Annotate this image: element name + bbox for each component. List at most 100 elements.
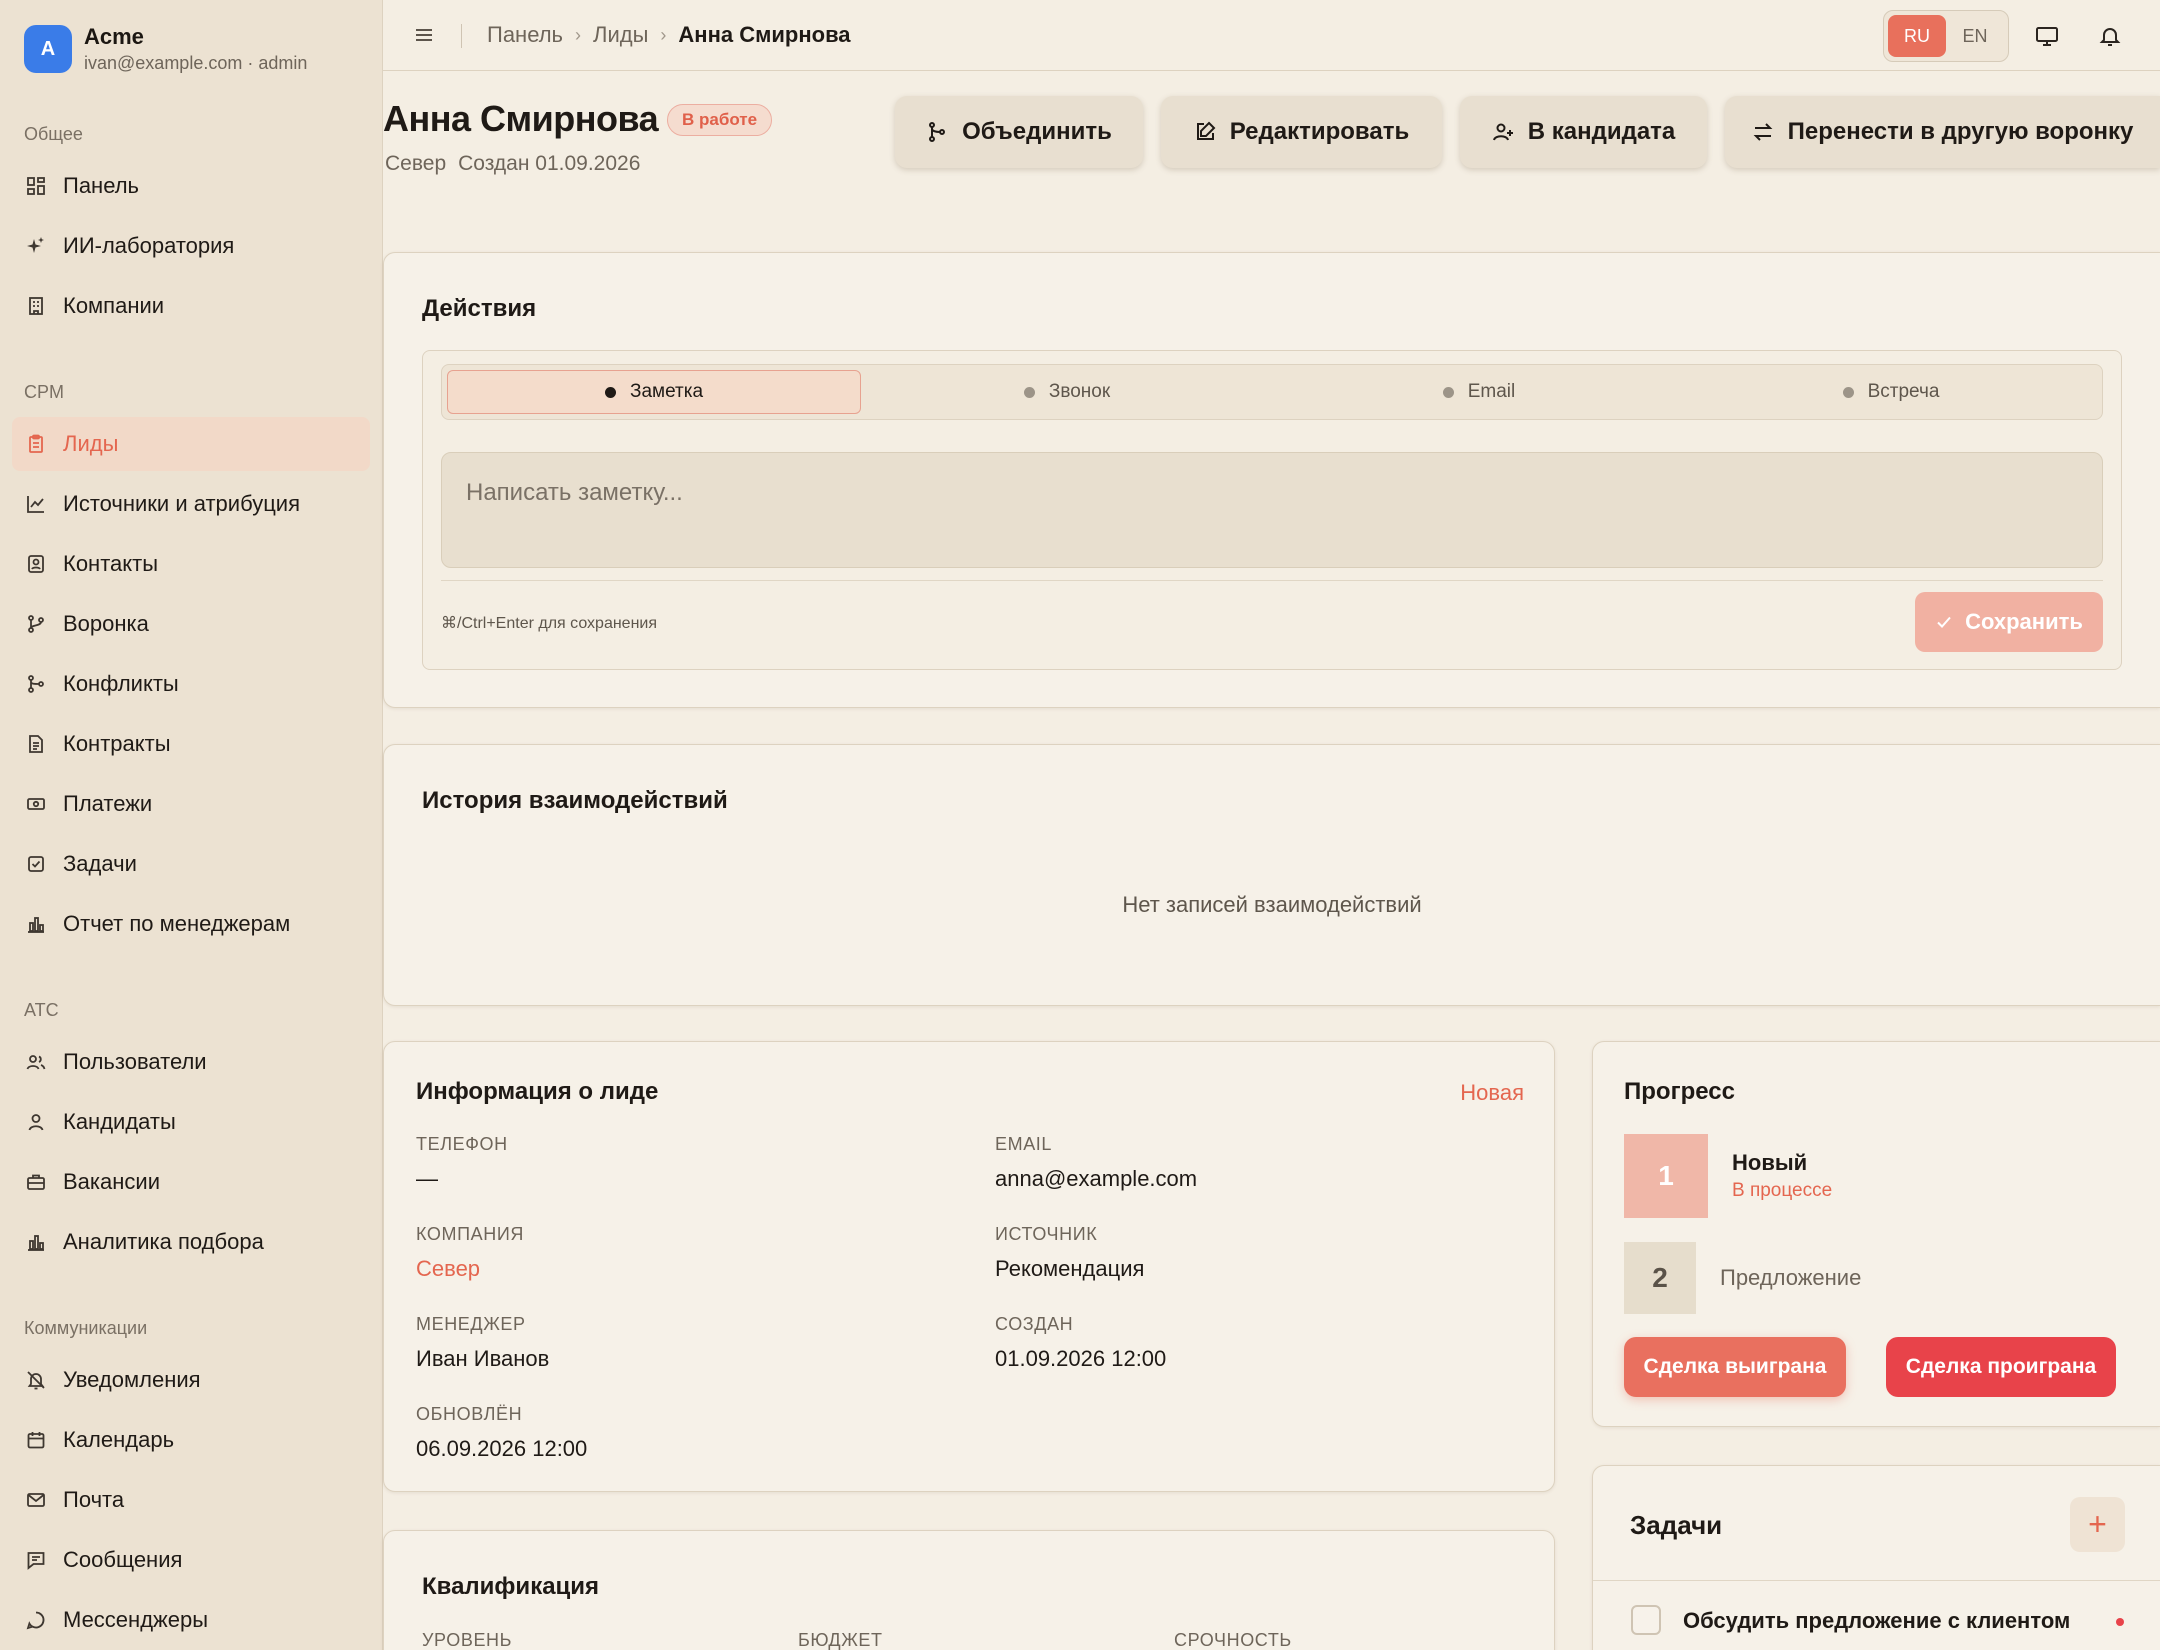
brand-name: Acme (84, 24, 144, 49)
sidebar-item-manager-report[interactable]: Отчет по менеджерам (12, 897, 370, 951)
sidebar-item-companies[interactable]: Компании (12, 279, 370, 333)
message-circle-icon (26, 1611, 45, 1630)
sidebar-item-ai-lab[interactable]: ИИ-лаборатория (12, 219, 370, 273)
briefcase-icon (27, 1174, 45, 1190)
task-checkbox[interactable] (1631, 1605, 1661, 1635)
sidebar-item-conflicts[interactable]: Конфликты (12, 657, 370, 711)
sidebar-item-tasks[interactable]: Задачи (12, 837, 370, 891)
sidebar-item-payments[interactable]: Платежи (12, 777, 370, 831)
tab-email[interactable]: Email (1272, 370, 1686, 414)
sparkles-icon (27, 237, 44, 253)
building-icon (29, 297, 43, 315)
sidebar-item-contracts[interactable]: Контракты (12, 717, 370, 771)
qualification-title: Квалификация (422, 1573, 600, 1600)
check-icon (1937, 616, 1951, 628)
tasks-card: Задачи + Обсудить предложение с клиентом (1592, 1465, 2160, 1650)
clipboard-icon (29, 434, 43, 453)
branch-icon (28, 615, 44, 633)
page-title: Анна Смирнова (383, 98, 659, 139)
sidebar-item-mail[interactable]: Почта (12, 1473, 370, 1527)
sidebar-item-sources[interactable]: Источники и атрибуция (12, 477, 370, 531)
task-title[interactable]: Обсудить предложение с клиентом (1683, 1608, 2070, 1634)
deal-lost-button[interactable]: Сделка проиграна (1886, 1337, 2116, 1397)
lead-email[interactable]: anna@example.com (995, 1166, 1197, 1192)
history-card: История взаимодействий Нет записей взаим… (383, 744, 2160, 1006)
sidebar-item-calendar[interactable]: Календарь (12, 1413, 370, 1467)
bell-icon[interactable] (2098, 24, 2122, 48)
sidebar-item-leads[interactable]: Лиды (12, 417, 370, 471)
breadcrumb-leads[interactable]: Лиды (593, 22, 648, 48)
brand[interactable]: A Acme ivan@example.com · admin (24, 24, 307, 74)
lead-manager: Иван Иванов (416, 1346, 550, 1371)
message-square-icon (27, 1552, 45, 1570)
lead-info-card: Информация о лиде Новая ТЕЛЕФОН — EMAIL … (383, 1041, 1555, 1492)
step-2-badge: 2 (1624, 1242, 1696, 1314)
lang-ru-button[interactable]: RU (1888, 15, 1946, 57)
merge-button[interactable]: Объединить (895, 96, 1143, 168)
status-badge: В работе (667, 104, 773, 136)
brand-account: ivan@example.com · admin (84, 53, 308, 73)
breadcrumb-current: Анна Смирнова (678, 22, 851, 47)
lead-created-at: 01.09.2026 12:00 (995, 1346, 1167, 1371)
sidebar-item-messages[interactable]: Сообщения (12, 1533, 370, 1587)
lead-phone: — (416, 1166, 438, 1191)
mail-icon (27, 1493, 45, 1507)
lead-company-link[interactable]: Север (416, 1256, 480, 1282)
tab-note[interactable]: Заметка (447, 370, 861, 414)
chevron-right-icon: › (660, 24, 667, 45)
sidebar-item-messengers[interactable]: Мессенджеры (12, 1593, 370, 1647)
sidebar-item-dashboard[interactable]: Панель (12, 159, 370, 213)
history-empty-state: Нет записей взаимодействий (1122, 892, 1422, 917)
sidebar-item-users[interactable]: Пользователи (12, 1035, 370, 1089)
menu-icon[interactable] (413, 24, 435, 46)
sidebar-item-funnel[interactable]: Воронка (12, 597, 370, 651)
monitor-icon[interactable] (2035, 24, 2059, 48)
file-text-icon (29, 735, 43, 753)
banknote-icon (27, 798, 45, 810)
deal-won-button[interactable]: Сделка выиграна (1624, 1337, 1846, 1397)
sidebar-item-hiring-analytics[interactable]: Аналитика подбора (12, 1215, 370, 1269)
sidebar-item-notifications[interactable]: Уведомления (12, 1353, 370, 1407)
convert-to-candidate-button[interactable]: В кандидата (1460, 96, 1707, 168)
tasks-title: Задачи (1630, 1510, 1723, 1540)
tab-meeting[interactable]: Встреча (1684, 370, 2098, 414)
save-shortcut-hint: ⌘/Ctrl+Enter для сохранения (441, 615, 658, 632)
actions-title: Действия (422, 295, 537, 322)
bar-chart-icon (28, 917, 44, 933)
step-1-state: В процессе (1732, 1180, 1833, 1201)
sidebar-item-contacts[interactable]: Контакты (12, 537, 370, 591)
breadcrumb-dashboard[interactable]: Панель (487, 22, 563, 48)
edit-button[interactable]: Редактировать (1161, 96, 1442, 168)
step-1-badge: 1 (1624, 1134, 1708, 1218)
edit-icon (1196, 121, 1216, 140)
task-priority-dot (2116, 1618, 2124, 1626)
progress-title: Прогресс (1624, 1078, 1735, 1105)
lead-status-link[interactable]: Новая (1460, 1080, 1524, 1106)
add-task-button[interactable]: + (2070, 1497, 2125, 1552)
sidebar-item-vacancies[interactable]: Вакансии (12, 1155, 370, 1209)
lead-updated-at: 06.09.2026 12:00 (416, 1436, 588, 1461)
qualification-card: Квалификация УРОВЕНЬ БЮДЖЕТ СРОЧНОСТЬ (383, 1530, 1555, 1650)
sidebar-item-candidates[interactable]: Кандидаты (12, 1095, 370, 1149)
users-icon (26, 1055, 46, 1070)
step-2-name: Предложение (1720, 1265, 1862, 1290)
lang-en-button[interactable]: EN (1946, 15, 2004, 57)
lead-created: Создан 01.09.2026 (458, 152, 641, 175)
note-input[interactable]: Написать заметку... (441, 452, 2103, 568)
brand-logo: A (24, 25, 72, 73)
merge-icon (929, 122, 946, 142)
actions-panel: Заметка Звонок Email Встреча Написать за… (422, 350, 2122, 670)
step-1-name: Новый (1732, 1150, 1808, 1175)
chevron-right-icon: › (575, 24, 582, 45)
save-button[interactable]: Сохранить (1915, 592, 2103, 652)
user-plus-icon (1492, 123, 1513, 141)
progress-card: Прогресс 1 Новый В процессе 2 Предложени… (1592, 1041, 2160, 1427)
lead-source: Рекомендация (995, 1256, 1145, 1281)
tab-call[interactable]: Звонок (860, 370, 1274, 414)
checkbox-icon (28, 856, 44, 872)
move-to-funnel-button[interactable]: Перенести в другую воронку (1725, 96, 2160, 168)
line-chart-icon (27, 496, 44, 513)
user-icon (28, 1114, 44, 1131)
dashboard-icon (27, 177, 45, 195)
lead-company: Север (385, 152, 447, 175)
